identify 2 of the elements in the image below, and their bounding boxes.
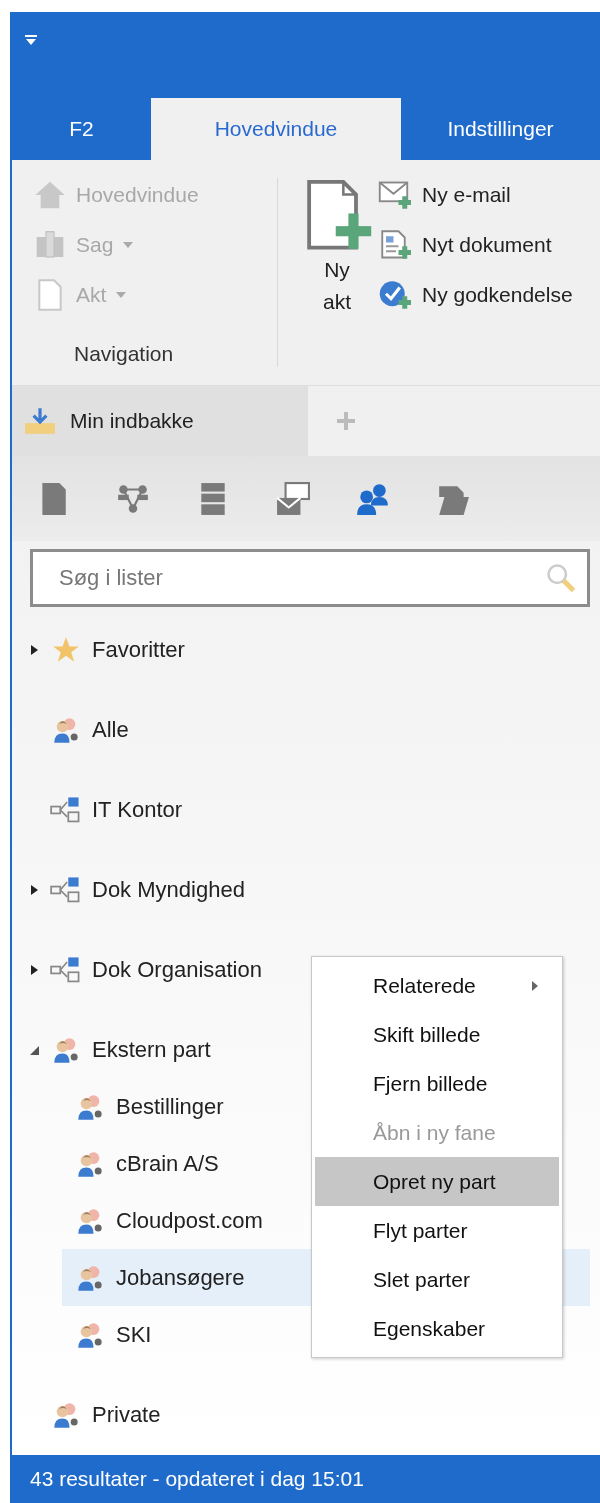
group-label: Navigation	[74, 342, 175, 366]
status-bar: 43 resultater - opdateret i dag 15:01	[12, 1455, 600, 1503]
